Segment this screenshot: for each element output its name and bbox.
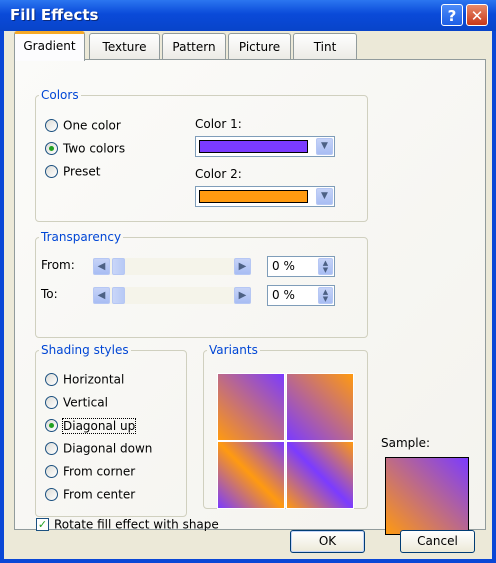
- radio-diagonal-up[interactable]: Diagonal up: [45, 417, 137, 434]
- color1-swatch: [199, 140, 308, 153]
- rotate-fill-checkbox[interactable]: ✓ Rotate fill effect with shape: [36, 517, 219, 532]
- chevron-down-icon[interactable]: ▼: [316, 138, 333, 155]
- radio-diagonal-down[interactable]: Diagonal down: [45, 440, 152, 456]
- color1-dropdown[interactable]: ▼: [195, 136, 335, 157]
- slider-thumb[interactable]: [112, 258, 125, 275]
- radio-two-colors-circle: [45, 142, 58, 155]
- tab-texture-label: Texture: [102, 40, 147, 54]
- tab-tint[interactable]: Tint: [293, 33, 357, 59]
- radio-one-color-label: One color: [63, 118, 121, 133]
- tab-tint-label: Tint: [313, 40, 337, 54]
- radio-horizontal-circle: [45, 373, 58, 386]
- radio-diagonal-up-circle: [45, 419, 58, 432]
- to-slider[interactable]: ◀ ▶: [93, 287, 251, 304]
- to-label: To:: [41, 287, 58, 301]
- to-spinner[interactable]: 0 % ▲ ▼: [267, 285, 335, 306]
- color1-label: Color 1:: [195, 117, 242, 131]
- spinner-arrows-icon[interactable]: ▲ ▼: [318, 287, 333, 304]
- rotate-fill-label: Rotate fill effect with shape: [54, 517, 219, 532]
- radio-horizontal-label: Horizontal: [63, 372, 125, 387]
- variant-1[interactable]: [217, 373, 285, 441]
- tab-picture-label: Picture: [238, 40, 281, 54]
- to-value: 0 %: [272, 288, 295, 302]
- title-bar[interactable]: Fill Effects ? ✕: [0, 0, 496, 31]
- from-value: 0 %: [272, 259, 295, 273]
- gradient-tab-page: Colors One color Two colors Preset Color…: [14, 59, 486, 535]
- tab-texture[interactable]: Texture: [89, 33, 160, 59]
- radio-diagonal-down-label: Diagonal down: [63, 441, 153, 456]
- radio-two-colors-label: Two colors: [63, 141, 126, 156]
- radio-from-center-label: From center: [63, 487, 136, 502]
- from-slider[interactable]: ◀ ▶: [93, 258, 251, 275]
- cancel-button[interactable]: Cancel: [400, 530, 475, 553]
- slider-right-arrow-icon[interactable]: ▶: [234, 287, 251, 304]
- transparency-group: Transparency: [35, 230, 368, 338]
- variant-4[interactable]: [286, 441, 354, 509]
- from-label: From:: [41, 258, 75, 272]
- radio-preset-circle: [45, 165, 58, 178]
- radio-diagonal-down-circle: [45, 442, 58, 455]
- from-spinner[interactable]: 0 % ▲ ▼: [267, 256, 335, 277]
- slider-left-arrow-icon[interactable]: ◀: [93, 287, 110, 304]
- ok-button[interactable]: OK: [290, 530, 365, 553]
- colors-legend: Colors: [41, 88, 79, 102]
- fill-effects-dialog: Fill Effects ? ✕ Gradient Texture Patter…: [0, 0, 496, 563]
- transparency-legend: Transparency: [41, 230, 122, 244]
- dialog-client-area: Gradient Texture Pattern Picture Tint Co…: [4, 31, 492, 559]
- radio-from-corner[interactable]: From corner: [45, 463, 135, 479]
- color2-dropdown[interactable]: ▼: [195, 186, 335, 207]
- radio-horizontal[interactable]: Horizontal: [45, 371, 124, 387]
- tab-pattern-label: Pattern: [172, 40, 216, 54]
- window-title: Fill Effects: [10, 6, 99, 24]
- slider-right-arrow-icon[interactable]: ▶: [234, 258, 251, 275]
- help-button[interactable]: ?: [441, 4, 463, 26]
- color2-label: Color 2:: [195, 167, 242, 181]
- radio-from-corner-label: From corner: [63, 464, 136, 479]
- radio-preset[interactable]: Preset: [45, 163, 100, 179]
- slider-thumb[interactable]: [112, 287, 125, 304]
- variants-legend: Variants: [209, 343, 258, 357]
- radio-two-colors[interactable]: Two colors: [45, 140, 125, 156]
- radio-vertical-label: Vertical: [63, 395, 108, 410]
- tab-pattern[interactable]: Pattern: [162, 33, 226, 59]
- color2-swatch: [199, 190, 308, 203]
- radio-one-color-circle: [45, 119, 58, 132]
- checkmark-icon: ✓: [36, 518, 49, 531]
- radio-vertical-circle: [45, 396, 58, 409]
- tab-gradient[interactable]: Gradient: [14, 31, 85, 61]
- radio-vertical[interactable]: Vertical: [45, 394, 108, 410]
- sample-preview: [385, 457, 469, 535]
- radio-preset-label: Preset: [63, 164, 101, 179]
- sample-label: Sample:: [381, 436, 431, 450]
- spinner-arrows-icon[interactable]: ▲ ▼: [318, 258, 333, 275]
- variant-2[interactable]: [286, 373, 354, 441]
- radio-from-center[interactable]: From center: [45, 486, 135, 502]
- tab-picture[interactable]: Picture: [228, 33, 291, 59]
- variant-3[interactable]: [217, 441, 285, 509]
- radio-from-corner-circle: [45, 465, 58, 478]
- radio-diagonal-up-label: Diagonal up: [61, 417, 137, 434]
- tab-gradient-label: Gradient: [23, 39, 76, 53]
- slider-left-arrow-icon[interactable]: ◀: [93, 258, 110, 275]
- close-button[interactable]: ✕: [466, 4, 488, 26]
- shading-styles-legend: Shading styles: [41, 343, 129, 357]
- radio-from-center-circle: [45, 488, 58, 501]
- radio-one-color[interactable]: One color: [45, 117, 121, 133]
- chevron-down-icon[interactable]: ▼: [316, 188, 333, 205]
